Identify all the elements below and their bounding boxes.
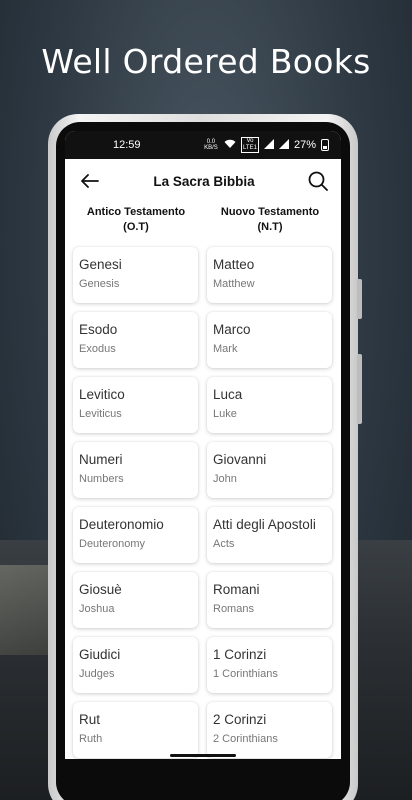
book-name: Giudici bbox=[79, 647, 121, 662]
book-card-levitico[interactable]: Levitico Leviticus bbox=[73, 377, 198, 433]
book-card-1-corinzi[interactable]: 1 Corinzi 1 Corinthians bbox=[207, 637, 332, 693]
book-name: Luca bbox=[213, 387, 243, 402]
book-name: Esodo bbox=[79, 322, 118, 337]
phone-side-button bbox=[357, 279, 362, 319]
app-screen: 12:59 0.0 KB/S Vo LTE1 27% La Sacra Bibb… bbox=[65, 131, 341, 759]
book-english-name: 1 Corinthians bbox=[213, 668, 278, 680]
app-bar: La Sacra Bibbia bbox=[65, 159, 341, 203]
book-name: 1 Corinzi bbox=[213, 647, 267, 662]
books-grid: Genesi Genesis Matteo Matthew Esodo Exodus … bbox=[65, 235, 341, 758]
book-english-name: Genesis bbox=[79, 278, 120, 290]
old-testament-header: Antico Testamento (O.T) bbox=[73, 205, 199, 235]
book-card-marco[interactable]: Marco Mark bbox=[207, 312, 332, 368]
book-name: Giosuè bbox=[79, 582, 122, 597]
book-card-luca[interactable]: Luca Luke bbox=[207, 377, 332, 433]
volte-badge: Vo LTE1 bbox=[240, 137, 259, 153]
search-icon[interactable] bbox=[307, 170, 329, 192]
book-english-name: Ruth bbox=[79, 733, 103, 745]
book-card-genesi[interactable]: Genesi Genesis bbox=[73, 247, 198, 303]
book-english-name: 2 Corinthians bbox=[213, 733, 278, 745]
new-testament-title: Nuovo Testamento bbox=[220, 206, 320, 218]
book-name: Atti degli Apostoli bbox=[213, 517, 316, 532]
book-card-giosue[interactable]: Giosuè Joshua bbox=[73, 572, 198, 628]
book-english-name: Acts bbox=[213, 538, 235, 550]
phone-bezel: 12:59 0.0 KB/S Vo LTE1 27% La Sacra Bibb… bbox=[56, 122, 350, 800]
phone-side-button bbox=[357, 354, 362, 424]
book-english-name: Romans bbox=[213, 603, 254, 615]
book-name: Romani bbox=[213, 582, 260, 597]
testament-headers: Antico Testamento (O.T) Nuovo Testamento… bbox=[65, 205, 341, 235]
book-name: Rut bbox=[79, 712, 101, 727]
book-english-name: Mark bbox=[213, 343, 238, 355]
book-card-deuteronomio[interactable]: Deuteronomio Deuteronomy bbox=[73, 507, 198, 563]
status-time: 12:59 bbox=[113, 139, 141, 151]
book-english-name: Leviticus bbox=[79, 408, 122, 420]
new-testament-abbrev: (N.T) bbox=[257, 221, 283, 233]
book-english-name: Matthew bbox=[213, 278, 255, 290]
book-card-romani[interactable]: Romani Romans bbox=[207, 572, 332, 628]
book-card-atti[interactable]: Atti degli Apostoli Acts bbox=[207, 507, 332, 563]
signal-icon bbox=[263, 139, 274, 151]
book-english-name: Luke bbox=[213, 408, 237, 420]
book-english-name: Deuteronomy bbox=[79, 538, 146, 550]
book-card-rut[interactable]: Rut Ruth bbox=[73, 702, 198, 758]
signal-icon bbox=[278, 139, 289, 151]
promo-headline: Well Ordered Books bbox=[41, 42, 371, 81]
status-bar: 12:59 0.0 KB/S Vo LTE1 27% bbox=[65, 131, 341, 159]
arrow-left-icon[interactable] bbox=[79, 170, 101, 192]
book-english-name: Judges bbox=[79, 668, 115, 680]
book-card-giudici[interactable]: Giudici Judges bbox=[73, 637, 198, 693]
phone-frame: 12:59 0.0 KB/S Vo LTE1 27% La Sacra Bibb… bbox=[48, 114, 362, 800]
book-name: Matteo bbox=[213, 257, 255, 272]
book-name: Genesi bbox=[79, 257, 122, 272]
home-indicator[interactable] bbox=[170, 754, 236, 757]
status-icons: 0.0 KB/S Vo LTE1 27% bbox=[203, 137, 329, 153]
book-name: Numeri bbox=[79, 452, 123, 467]
book-english-name: Exodus bbox=[79, 343, 116, 355]
book-name: 2 Corinzi bbox=[213, 712, 267, 727]
book-card-giovanni[interactable]: Giovanni John bbox=[207, 442, 332, 498]
book-name: Marco bbox=[213, 322, 251, 337]
book-card-matteo[interactable]: Matteo Matthew bbox=[207, 247, 332, 303]
book-name: Giovanni bbox=[213, 452, 267, 467]
book-english-name: Joshua bbox=[79, 603, 115, 615]
speed-indicator: 0.0 KB/S bbox=[204, 139, 218, 151]
book-card-esodo[interactable]: Esodo Exodus bbox=[73, 312, 198, 368]
new-testament-header: Nuovo Testamento (N.T) bbox=[207, 205, 333, 235]
old-testament-abbrev: (O.T) bbox=[123, 221, 149, 233]
book-card-2-corinzi[interactable]: 2 Corinzi 2 Corinthians bbox=[207, 702, 332, 758]
book-english-name: John bbox=[213, 473, 237, 485]
old-testament-title: Antico Testamento bbox=[86, 206, 186, 218]
book-card-numeri[interactable]: Numeri Numbers bbox=[73, 442, 198, 498]
page-title: La Sacra Bibbia bbox=[153, 173, 255, 189]
book-english-name: Numbers bbox=[79, 473, 124, 485]
book-name: Levitico bbox=[79, 387, 125, 402]
wifi-icon bbox=[224, 139, 236, 151]
book-name: Deuteronomio bbox=[79, 517, 164, 532]
battery-percent: 27% bbox=[293, 139, 316, 151]
battery-icon bbox=[321, 139, 329, 151]
